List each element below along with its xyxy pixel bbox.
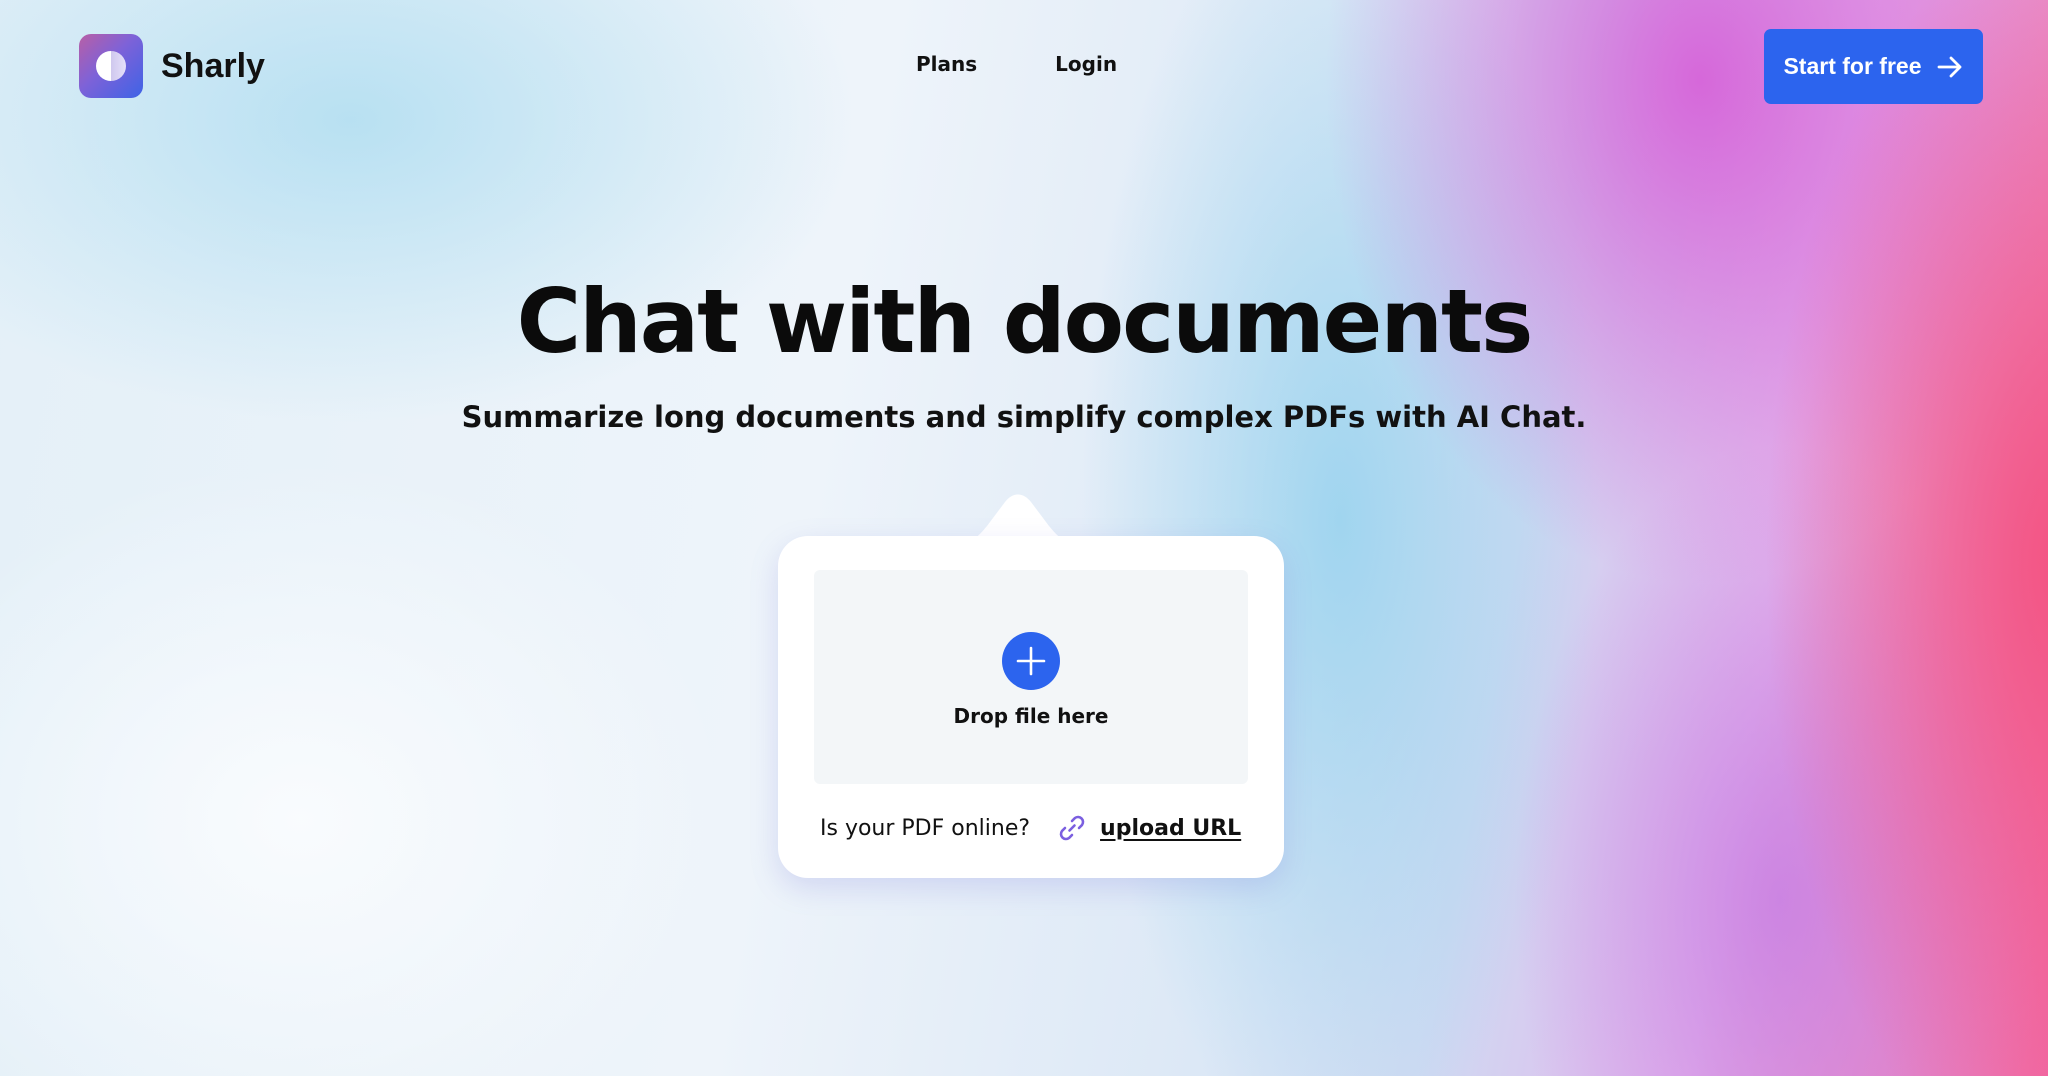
- file-drop-zone[interactable]: Drop file here: [814, 570, 1248, 784]
- main-nav: Plans Login: [916, 52, 1117, 76]
- nav-link-login[interactable]: Login: [1055, 52, 1117, 76]
- pdf-online-question: Is your PDF online?: [820, 815, 1031, 841]
- brand-logo[interactable]: Sharly: [79, 34, 265, 98]
- arrow-right-icon: [1937, 56, 1961, 77]
- brand-name: Sharly: [161, 46, 265, 85]
- landing-page: Sharly Plans Login Start for free Chat w…: [0, 0, 2048, 1076]
- plus-icon: [1016, 646, 1046, 676]
- nav-link-plans[interactable]: Plans: [916, 52, 977, 76]
- hero-subtitle: Summarize long documents and simplify co…: [461, 400, 1587, 434]
- drop-file-label: Drop file here: [953, 704, 1109, 728]
- upload-card: Drop file here Is your PDF online? uploa…: [778, 536, 1284, 878]
- upload-url-row: Is your PDF online? upload URL: [820, 812, 1241, 844]
- add-file-button[interactable]: [1002, 632, 1060, 690]
- upload-url-link[interactable]: upload URL: [1100, 816, 1241, 841]
- card-pointer: [953, 494, 1083, 544]
- hero-title: Chat with documents: [516, 270, 1534, 373]
- start-for-free-label: Start for free: [1783, 53, 1922, 79]
- link-icon[interactable]: [1056, 812, 1088, 844]
- logo-mark-icon: [79, 34, 143, 98]
- start-for-free-button[interactable]: Start for free: [1764, 29, 1983, 104]
- upload-widget: Drop file here Is your PDF online? uploa…: [778, 474, 1284, 878]
